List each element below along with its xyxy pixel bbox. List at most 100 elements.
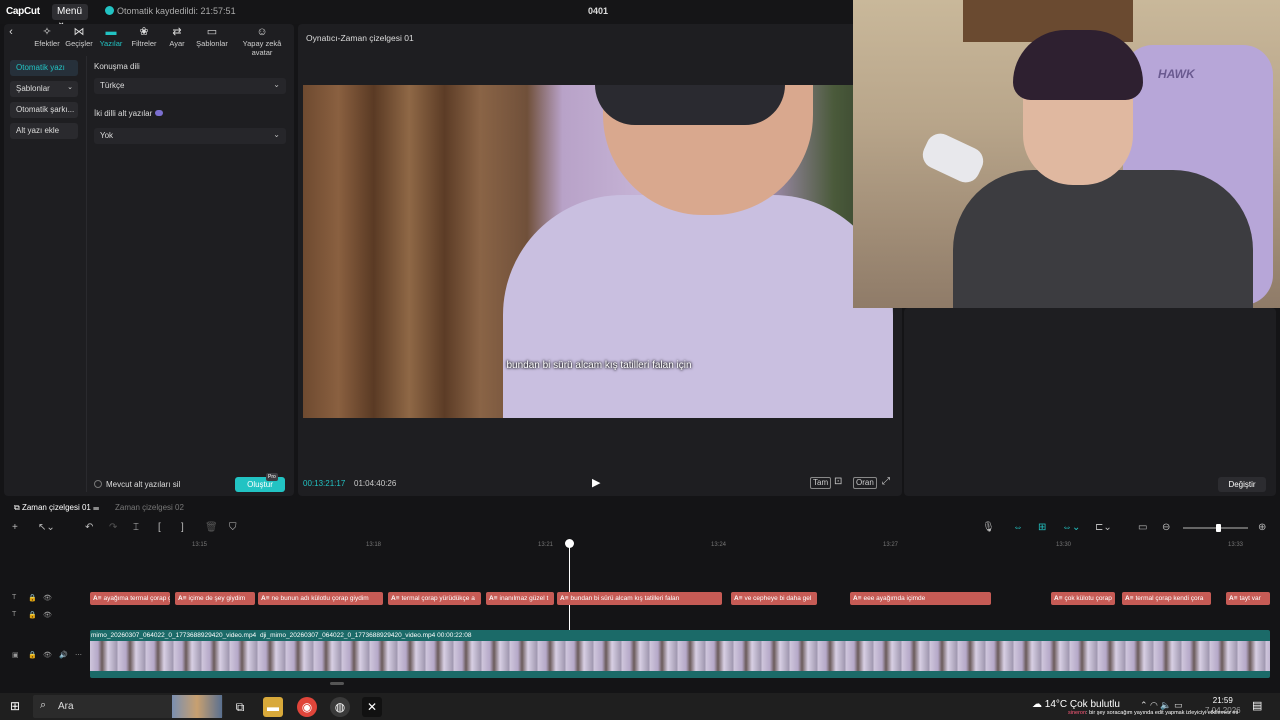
- chat-text: : bir şey soracağım yayında edit yapmak …: [1086, 710, 1239, 716]
- bilingual-select[interactable]: Yok ⌄: [94, 128, 286, 144]
- timeline-icon: ⧉: [14, 503, 22, 512]
- remove-existing-captions-checkbox[interactable]: Mevcut alt yazıları sil: [94, 480, 180, 489]
- text-clip[interactable]: A≡ içime de şey giydim: [175, 592, 255, 605]
- link-main-icon[interactable]: ⇔: [1013, 522, 1023, 533]
- text-clip-icon: A≡: [853, 595, 862, 602]
- search-placeholder: Ara: [58, 701, 74, 712]
- text-clip[interactable]: A≡ bundan bi sürü alcam kış tatilleri fal…: [557, 592, 722, 605]
- text-clip[interactable]: A≡ termal çorap kendi çora: [1122, 592, 1211, 605]
- search-icon: ⌕: [40, 699, 47, 711]
- capcut-icon[interactable]: ✕: [362, 697, 382, 717]
- zoom-slider-handle[interactable]: [1216, 524, 1221, 532]
- chevron-down-icon: ⌄: [273, 130, 280, 139]
- text-clip-icon: A≡: [1125, 595, 1134, 602]
- delete-icon[interactable]: 🗑: [205, 522, 218, 533]
- microphone-icon[interactable]: 🎙: [982, 522, 995, 533]
- project-title: 0401: [588, 6, 609, 16]
- fullscreen-quality-button[interactable]: Tam: [810, 477, 832, 489]
- zoom-in-icon[interactable]: ⊕: [1258, 522, 1266, 533]
- tool-tabs: ‹ ✧ Efektler ⋈ Geçişler ▬ Yazılar ❀ Filtrele…: [6, 26, 292, 57]
- subnav-add-caption[interactable]: Alt yazı ekle: [10, 123, 78, 139]
- lock-icon[interactable]: 🔒: [28, 594, 37, 602]
- split-icon[interactable]: ⌶: [133, 522, 139, 533]
- tab-timeline-02[interactable]: Zaman çizelgesi 02: [115, 503, 184, 512]
- menu-button[interactable]: Menü ⌄: [52, 4, 88, 28]
- text-icon: ▬: [105, 26, 117, 38]
- lock-icon[interactable]: 🔒: [28, 611, 37, 619]
- video-frame-jacket: [503, 195, 893, 418]
- preview-axis-icon[interactable]: ⊏⌄: [1095, 522, 1112, 533]
- expand-icon[interactable]: ⤢: [882, 476, 890, 487]
- stream-chat-message: sineron: bir şey soracağım yayında edit …: [1068, 710, 1238, 716]
- language-value: Türkçe: [100, 81, 125, 90]
- text-clip-label: içime de şey giydim: [188, 595, 246, 602]
- playhead-handle[interactable]: [565, 539, 574, 548]
- link-track-icon[interactable]: ⇔⌄: [1062, 522, 1080, 533]
- text-clip-icon: A≡: [93, 595, 102, 602]
- tab-templates[interactable]: ▭ Şablonlar: [194, 26, 230, 48]
- adjust-icon: ⇄: [172, 26, 182, 38]
- timeline-scrollbar[interactable]: [330, 682, 344, 685]
- text-clip[interactable]: A≡ ve cepheye bi daha gel: [731, 592, 817, 605]
- change-button[interactable]: Değiştir: [1218, 477, 1266, 492]
- undo-icon[interactable]: ↶: [85, 522, 93, 533]
- trim-right-icon[interactable]: ]: [181, 522, 184, 533]
- language-select[interactable]: Türkçe ⌄: [94, 78, 286, 94]
- text-clip[interactable]: A≡ ayağıma termal çorap gi: [90, 592, 170, 605]
- text-clip-label: bundan bi sürü alcam kış tatilleri falan: [570, 595, 680, 602]
- chrome-icon[interactable]: ◉: [297, 697, 317, 717]
- text-clip[interactable]: A≡ tayt var: [1226, 592, 1270, 605]
- text-clip-icon: A≡: [489, 595, 498, 602]
- tab-effects[interactable]: ✧ Efektler: [30, 26, 64, 48]
- tab-filters[interactable]: ❀ Filtreler: [128, 26, 160, 48]
- lock-icon[interactable]: 🔒: [28, 651, 37, 659]
- tab-ai-avatar[interactable]: ☺ Yapay zekâ avatar: [232, 26, 292, 57]
- text-clip-icon: A≡: [1054, 595, 1063, 602]
- text-clip[interactable]: A≡ termal çorap yürüdükçe a: [388, 592, 481, 605]
- filter-icon: ❀: [139, 26, 149, 38]
- add-icon[interactable]: +: [12, 522, 18, 533]
- tab-label: Yapay zekâ avatar: [242, 39, 282, 57]
- weather-widget[interactable]: ☁ 14°C Çok bulutlu: [1032, 699, 1120, 710]
- subnav-templates[interactable]: Şablonlar ⌄: [10, 81, 78, 97]
- bilingual-value: Yok: [100, 131, 114, 140]
- ratio-button[interactable]: Oran: [853, 477, 877, 489]
- select-cursor-icon[interactable]: ↖⌄: [38, 522, 55, 533]
- text-clip[interactable]: A≡ eee ayağımda içimde: [850, 592, 991, 605]
- trim-left-icon[interactable]: [: [158, 522, 161, 533]
- obs-icon[interactable]: ◍: [330, 697, 350, 717]
- text-clip-icon: A≡: [1229, 595, 1238, 602]
- collapse-arrow-icon[interactable]: ‹: [6, 26, 16, 39]
- eye-icon[interactable]: 👁: [43, 651, 52, 659]
- shield-icon[interactable]: ⛉: [229, 522, 237, 533]
- text-clip[interactable]: A≡ inanılmaz güzel t: [486, 592, 554, 605]
- windows-start-icon[interactable]: ⊞: [10, 699, 20, 713]
- caption-overlay[interactable]: bundan bi sürü alcam kış tatilleri falan…: [484, 360, 714, 372]
- tab-label: Efektler: [34, 39, 60, 48]
- redo-icon[interactable]: ↷: [109, 522, 117, 533]
- task-view-icon[interactable]: ⧉: [230, 697, 250, 717]
- tab-adjust[interactable]: ⇄ Ayar: [164, 26, 190, 48]
- tab-timeline-01[interactable]: ⧉ Zaman çizelgesi 01 ☰: [14, 503, 99, 513]
- text-track-icon: T: [12, 594, 17, 601]
- zoom-out-icon[interactable]: ⊖: [1162, 522, 1170, 533]
- tab-transitions[interactable]: ⋈ Geçişler: [64, 26, 94, 48]
- tab-text[interactable]: ▬ Yazılar: [96, 26, 126, 48]
- subnav-auto-lyrics[interactable]: Otomatik şarkı...: [10, 102, 78, 118]
- play-icon[interactable]: ▶: [592, 476, 600, 489]
- subnav-auto-caption[interactable]: Otomatik yazı: [10, 60, 78, 76]
- snapshot-icon[interactable]: ⊡: [834, 476, 842, 487]
- more-icon[interactable]: ⋯: [75, 651, 82, 659]
- text-clip[interactable]: A≡ çok külotu çorap: [1051, 592, 1115, 605]
- remove-label: Mevcut alt yazıları sil: [106, 480, 181, 489]
- eye-icon[interactable]: 👁: [43, 611, 52, 619]
- speaker-icon[interactable]: 🔊: [59, 651, 68, 659]
- eye-icon[interactable]: 👁: [43, 594, 52, 602]
- link-snap-icon[interactable]: ⊞: [1038, 522, 1046, 533]
- text-clip[interactable]: A≡ ne bunun adı külotlu çorap giydim: [258, 592, 383, 605]
- text-clip-icon: A≡: [391, 595, 400, 602]
- caption-icon[interactable]: ▭: [1138, 522, 1147, 533]
- file-explorer-icon[interactable]: ▬: [263, 697, 283, 717]
- volume-icon: 🔈: [1160, 700, 1175, 710]
- notification-icon[interactable]: ▤: [1252, 699, 1262, 712]
